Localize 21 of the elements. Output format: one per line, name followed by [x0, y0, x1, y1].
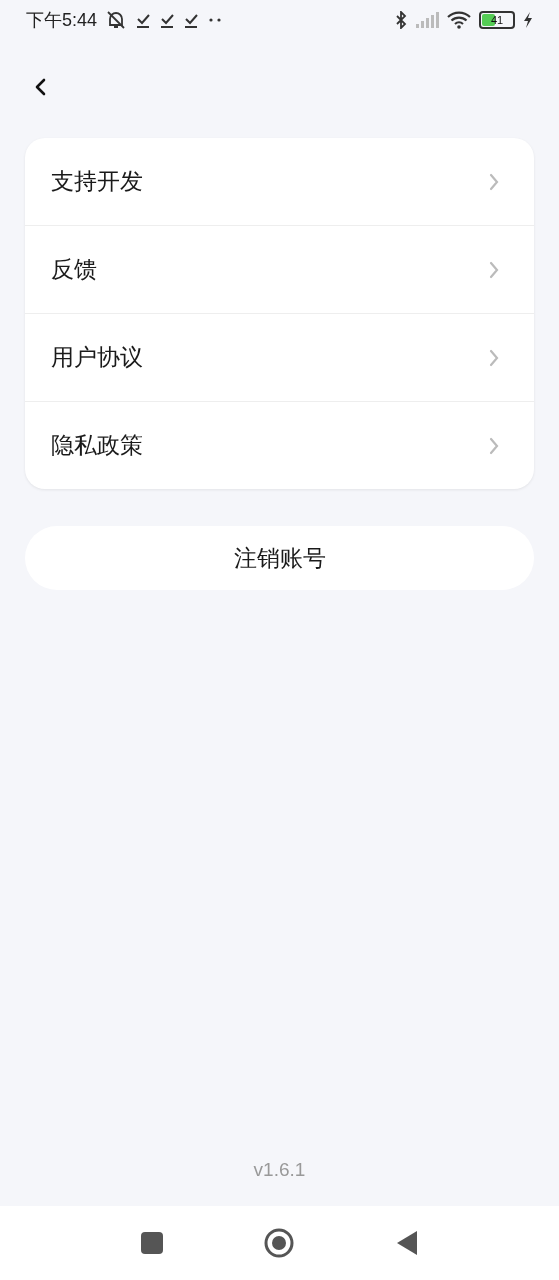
- home-icon[interactable]: [262, 1227, 295, 1259]
- menu-item[interactable]: 支持开发: [25, 138, 534, 225]
- chevron-right-icon: [488, 259, 500, 280]
- wifi-icon: [447, 11, 471, 29]
- back-icon: [34, 77, 48, 97]
- menu-item[interactable]: 反馈: [25, 226, 534, 313]
- chevron-right-icon: [488, 171, 500, 192]
- check-icon: [159, 12, 176, 28]
- chevron-right-icon: [488, 347, 500, 368]
- check-icon: [183, 12, 200, 28]
- status-time: 下午5:44: [26, 9, 98, 32]
- recents-icon[interactable]: [140, 1232, 163, 1254]
- signal-icon: [415, 12, 439, 28]
- menu-item[interactable]: 用户协议: [25, 314, 534, 401]
- check-icon: [135, 12, 152, 28]
- menu-item[interactable]: 隐私政策: [25, 402, 534, 489]
- charging-icon: [523, 12, 533, 28]
- chevron-right-icon: [488, 435, 500, 456]
- logout-button[interactable]: 注销账号: [25, 526, 534, 590]
- version-label: v1.6.1: [252, 1159, 307, 1182]
- bluetooth-icon: [395, 11, 407, 29]
